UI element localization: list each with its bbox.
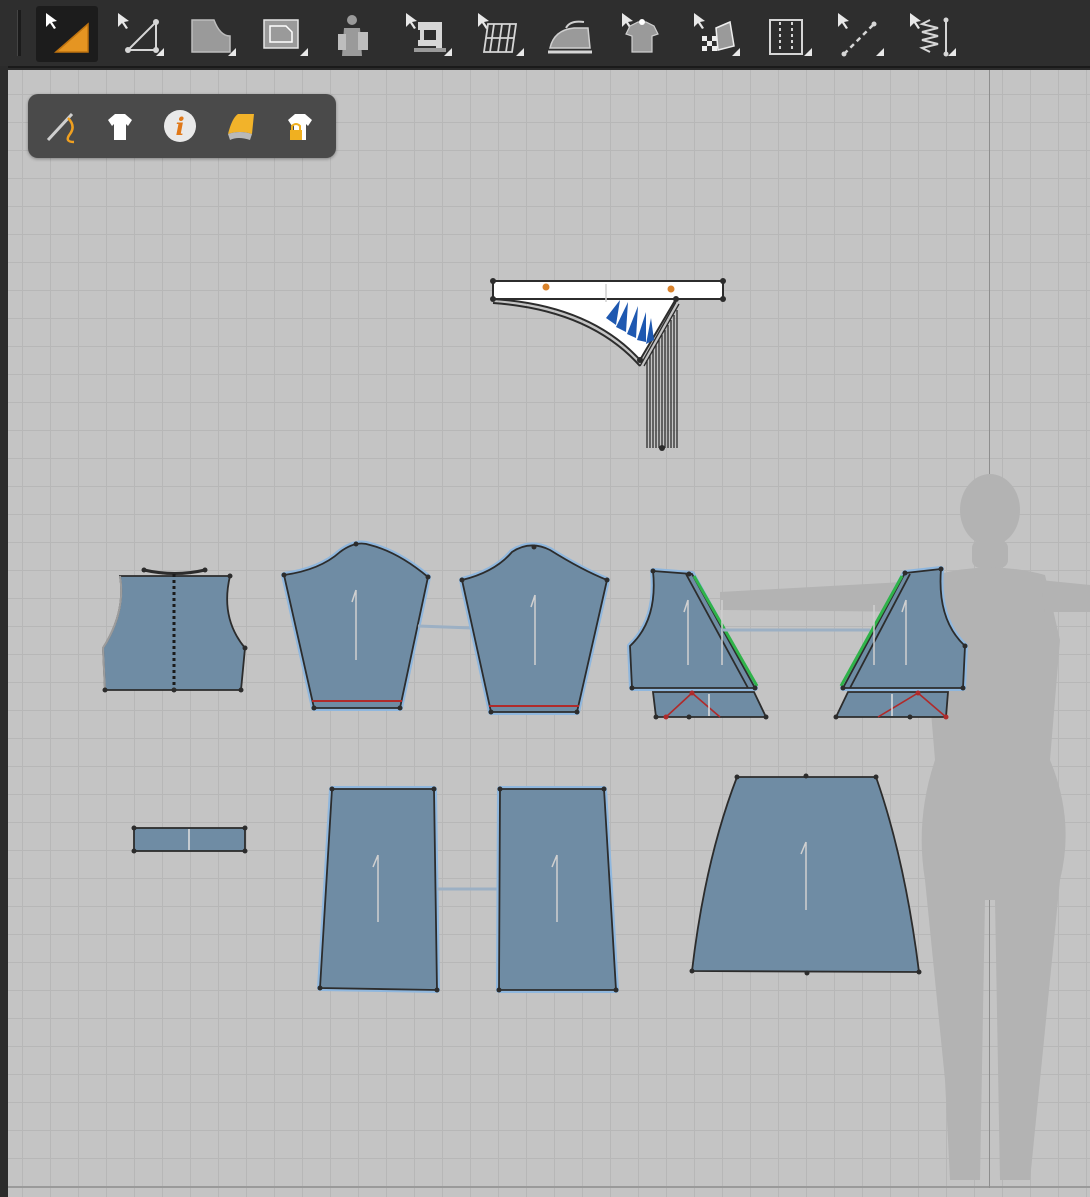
collar-pattern[interactable] — [490, 278, 726, 451]
skirt-front-pattern[interactable] — [689, 773, 922, 976]
waistband-pattern[interactable] — [131, 825, 248, 854]
fabric-swatch-icon — [228, 114, 254, 140]
locked-garment-icon — [288, 114, 312, 140]
needle-button[interactable] — [38, 104, 82, 148]
info-icon: i — [164, 110, 196, 142]
skirt-panel-right-pattern[interactable] — [496, 786, 619, 993]
sleeve-left-pattern[interactable] — [281, 540, 431, 711]
floating-toolbar: i — [28, 94, 336, 158]
garment-button[interactable] — [98, 104, 142, 148]
fabric-button[interactable] — [218, 104, 262, 148]
info-glyph: i — [175, 112, 184, 141]
skirt-panel-left-pattern[interactable] — [317, 786, 440, 993]
pattern-layer — [101, 278, 1090, 1180]
sewing-line-sleeves — [417, 624, 473, 630]
tshirt-icon — [108, 114, 132, 140]
needle-thread-icon — [46, 112, 75, 144]
front-bodice-pattern[interactable] — [101, 567, 248, 693]
lock-button[interactable] — [278, 104, 322, 148]
info-button[interactable]: i — [158, 104, 202, 148]
sleeve-right-pattern[interactable] — [459, 542, 610, 715]
